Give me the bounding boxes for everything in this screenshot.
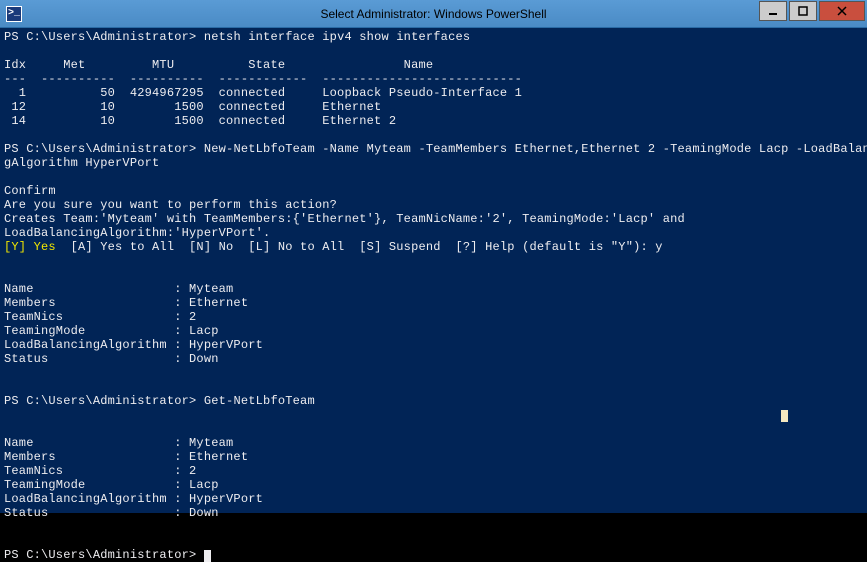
team-output-row: TeamingMode : Lacp: [4, 324, 219, 338]
command-2-line1: New-NetLbfoTeam -Name Myteam -TeamMember…: [204, 142, 867, 156]
window-controls: [759, 0, 867, 27]
command-1: netsh interface ipv4 show interfaces: [204, 30, 470, 44]
stray-cursor: [781, 410, 788, 422]
interfaces-divider: --- ---------- ---------- ------------ -…: [4, 72, 522, 86]
prompt-line: PS C:\Users\Administrator>: [4, 394, 204, 408]
confirm-title: Confirm: [4, 184, 56, 198]
team-output-row: TeamNics : 2: [4, 310, 196, 324]
prompt-line: PS C:\Users\Administrator>: [4, 548, 204, 562]
team-output-row: Name : Myteam: [4, 282, 233, 296]
powershell-icon: >_: [6, 6, 22, 22]
confirm-option-yes: [Y] Yes: [4, 240, 56, 254]
team-output-row: Status : Down: [4, 506, 219, 520]
terminal-body[interactable]: PS C:\Users\Administrator> netsh interfa…: [0, 28, 867, 513]
terminal-cursor: [204, 550, 211, 562]
interface-row: 14 10 1500 connected Ethernet 2: [4, 114, 396, 128]
prompt-line: PS C:\Users\Administrator>: [4, 142, 204, 156]
confirm-detail: LoadBalancingAlgorithm:'HyperVPort'.: [4, 226, 270, 240]
interfaces-header: Idx Met MTU State Name: [4, 58, 433, 72]
team-output-row: TeamingMode : Lacp: [4, 478, 219, 492]
team-output-row: Name : Myteam: [4, 436, 233, 450]
interface-row: 12 10 1500 connected Ethernet: [4, 100, 381, 114]
team-output-row: LoadBalancingAlgorithm : HyperVPort: [4, 492, 263, 506]
team-output-row: Members : Ethernet: [4, 296, 248, 310]
close-button[interactable]: [819, 1, 865, 21]
minimize-button[interactable]: [759, 1, 787, 21]
team-output-row: Members : Ethernet: [4, 450, 248, 464]
confirm-question: Are you sure you want to perform this ac…: [4, 198, 337, 212]
team-output-row: LoadBalancingAlgorithm : HyperVPort: [4, 338, 263, 352]
confirm-detail: Creates Team:'Myteam' with TeamMembers:{…: [4, 212, 685, 226]
command-3: Get-NetLbfoTeam: [204, 394, 315, 408]
maximize-button[interactable]: [789, 1, 817, 21]
team-output-row: Status : Down: [4, 352, 219, 366]
interface-row: 1 50 4294967295 connected Loopback Pseud…: [4, 86, 522, 100]
confirm-options-rest: [A] Yes to All [N] No [L] No to All [S] …: [56, 240, 663, 254]
prompt-line: PS C:\Users\Administrator>: [4, 30, 204, 44]
command-2-line2: gAlgorithm HyperVPort: [4, 156, 159, 170]
team-output-row: TeamNics : 2: [4, 464, 196, 478]
titlebar: >_ Select Administrator: Windows PowerSh…: [0, 0, 867, 28]
window-title: Select Administrator: Windows PowerShell: [320, 7, 546, 21]
